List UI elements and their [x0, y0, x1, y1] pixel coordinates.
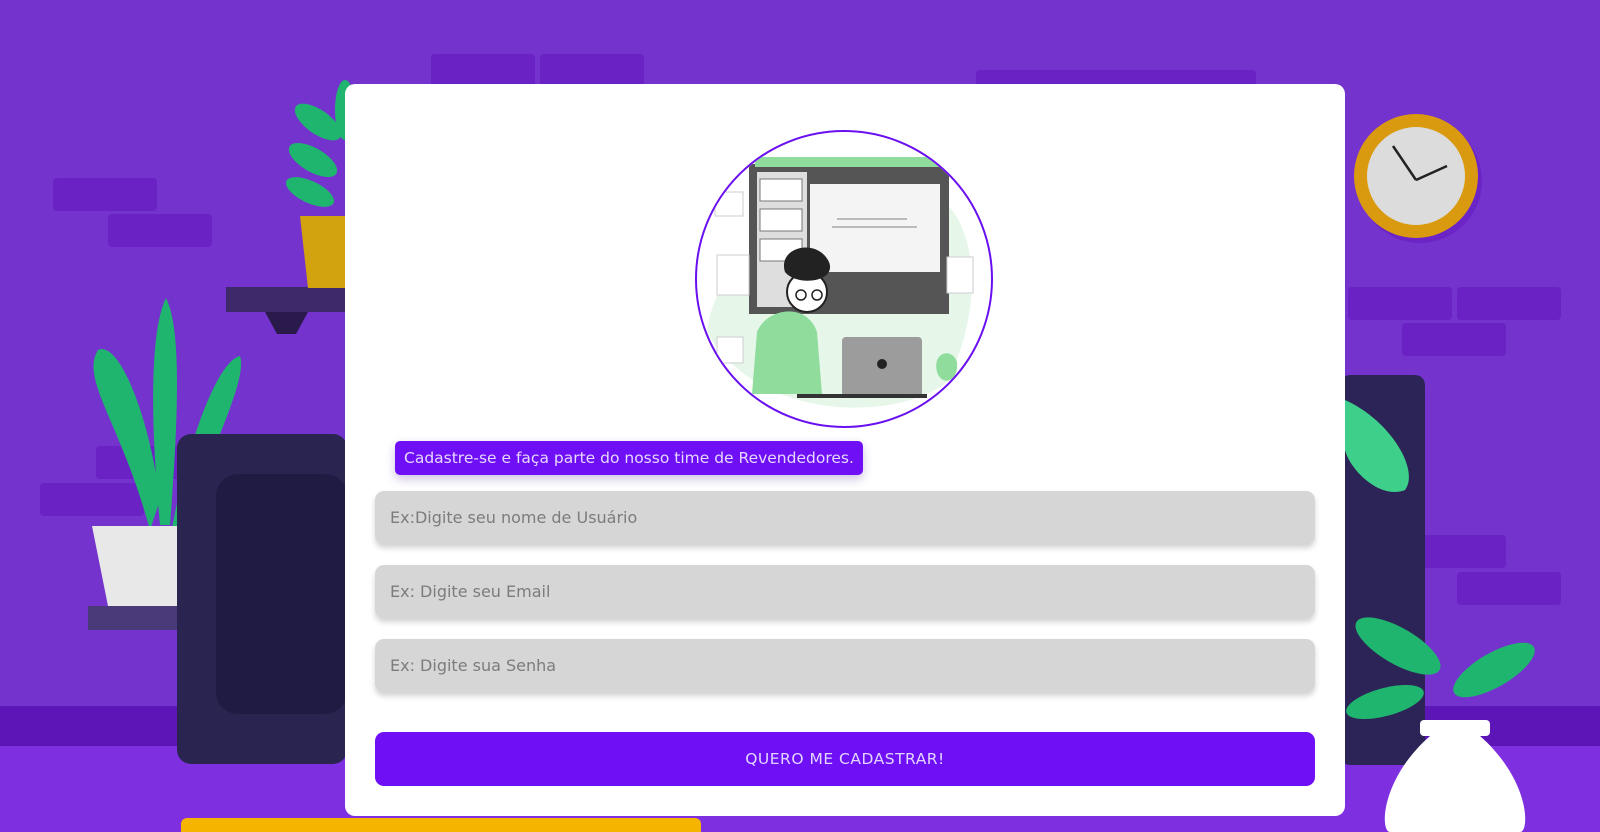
password-input[interactable] [375, 639, 1315, 692]
email-input[interactable] [375, 565, 1315, 618]
clock-icon [1354, 114, 1482, 243]
tagline-badge: Cadastre-se e faça parte do nosso time d… [395, 441, 863, 475]
potted-plant-icon [226, 80, 356, 334]
signup-submit-button[interactable]: QUERO ME CADASTRAR! [375, 732, 1315, 786]
username-input[interactable] [375, 491, 1315, 544]
person-at-laptop-illustration-icon [695, 130, 993, 428]
